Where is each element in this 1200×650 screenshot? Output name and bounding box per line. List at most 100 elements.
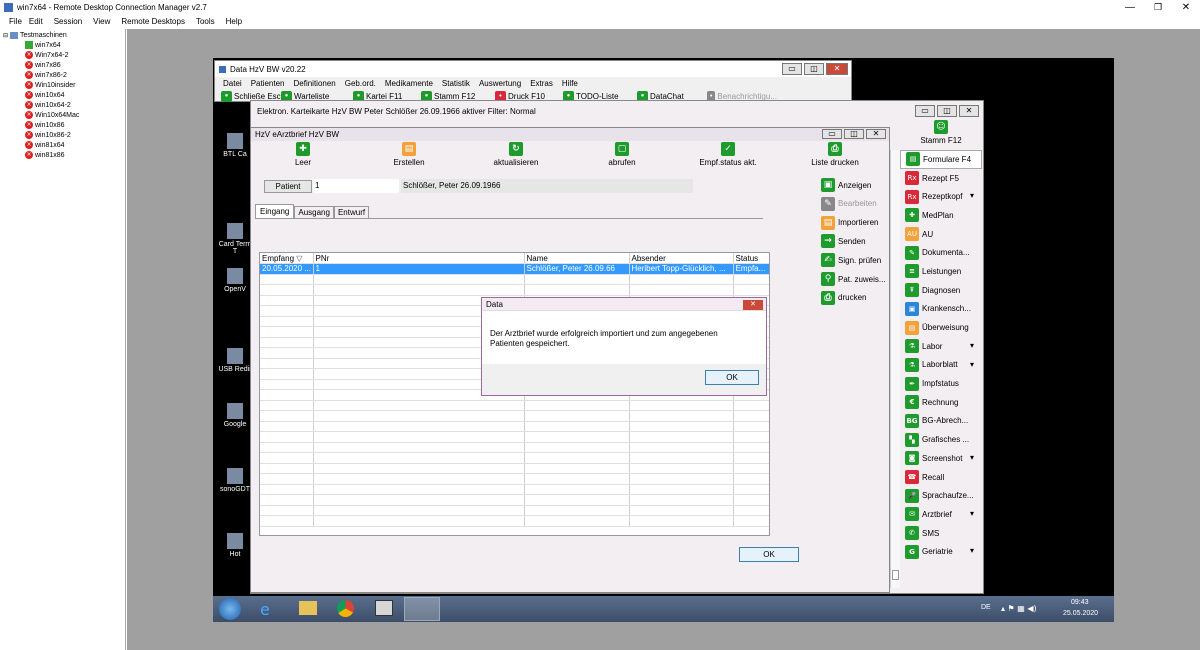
sidebar-button[interactable]: € Rechnung [900, 393, 982, 412]
desktop-shortcut[interactable]: USB Redir [215, 348, 255, 373]
kartei-minimize-button[interactable]: ▭ [915, 105, 935, 117]
tree-item[interactable]: × win10x86 [25, 120, 122, 130]
app-menu-item[interactable]: Extras [530, 79, 553, 88]
sidebar-button[interactable]: 🎤 Sprachaufze... [900, 486, 982, 505]
sidebar-button[interactable]: ☤ Diagnosen [900, 281, 982, 300]
tree-item[interactable]: × Win10x64Mac [25, 110, 122, 120]
table-row[interactable] [260, 442, 769, 453]
table-row[interactable] [260, 463, 769, 474]
app-menu-item[interactable]: Hilfe [562, 79, 578, 88]
app-menu-item[interactable]: Datei [223, 79, 242, 88]
ie-taskbar-icon[interactable]: e [260, 600, 270, 619]
arztbrief-action-button[interactable]: ▣ Anzeigen [821, 177, 871, 193]
sidebar-button[interactable]: ◙ Screenshot ▾ [900, 449, 982, 468]
dropdown-arrow-icon[interactable]: ▾ [970, 360, 974, 369]
dropdown-arrow-icon[interactable]: ▾ [970, 509, 974, 518]
sidebar-button[interactable]: ✚ MedPlan [900, 206, 982, 225]
maximize-button[interactable]: ❐ [1144, 2, 1172, 13]
table-row[interactable] [260, 473, 769, 485]
desktop-shortcut[interactable]: sonoGDT [215, 468, 255, 493]
sidebar-button[interactable]: ▤ Überweisung [900, 318, 982, 337]
col-header-empfang[interactable]: Empfang ▽ [260, 253, 314, 264]
app-menu-item[interactable]: Geb.ord. [345, 79, 376, 88]
table-row[interactable] [260, 484, 769, 495]
patient-id-input[interactable]: 1 [313, 179, 399, 193]
chrome-taskbar-icon[interactable] [337, 600, 354, 617]
teamviewer-taskbar-icon[interactable] [375, 600, 393, 616]
sidebar-button[interactable]: G Geriatrie ▾ [900, 542, 982, 561]
arztbrief-toolbar-button[interactable]: ▢ abrufen [582, 142, 662, 167]
table-row[interactable] [260, 494, 769, 506]
table-row[interactable] [260, 400, 769, 411]
app-minimize-button[interactable]: ▭ [782, 63, 802, 75]
tree-item[interactable]: × win10x86-2 [25, 130, 122, 140]
col-header-pnr[interactable]: PNr [313, 253, 525, 264]
sidebar-button[interactable]: ☎ Recall [900, 468, 982, 487]
stamm-button[interactable]: ☺ Stamm F12 [900, 120, 982, 150]
sidebar-button[interactable]: BG BG-Abrech... [900, 412, 982, 431]
dialog-ok-button[interactable]: OK [705, 370, 759, 385]
arztbrief-maximize-button[interactable]: ◫ [844, 129, 864, 139]
kartei-close-button[interactable]: ✕ [959, 105, 979, 117]
tree-item[interactable]: × win7x86-2 [25, 70, 122, 80]
menu-file[interactable]: File [9, 17, 22, 26]
app-menu-item[interactable]: Medikamente [385, 79, 433, 88]
table-row[interactable] [260, 421, 769, 432]
table-row[interactable]: 20.05.2020 ... 1 Schlößer, Peter 26.09.66 H… [260, 263, 769, 275]
arztbrief-action-button[interactable]: ⚲ Pat. zuweis... [821, 271, 886, 287]
tab-eingang[interactable]: Eingang [255, 204, 295, 219]
desktop-shortcut[interactable]: OpenV [215, 268, 255, 293]
app-menu-item[interactable]: Auswertung [479, 79, 521, 88]
app-menu-item[interactable]: Patienten [251, 79, 285, 88]
minimize-button[interactable]: — [1116, 2, 1144, 13]
patient-button[interactable]: Patient [264, 180, 312, 193]
desktop-shortcut[interactable]: Card Term T [215, 223, 255, 255]
tree-item[interactable]: × win7x86 [25, 60, 122, 70]
desktop-shortcut[interactable]: BTL Ca [215, 133, 255, 158]
data-app-taskbar-icon[interactable] [404, 597, 440, 621]
sidebar-button[interactable]: Rx Rezeptkopf ▾ [900, 187, 982, 206]
dropdown-arrow-icon[interactable]: ▾ [970, 341, 974, 350]
clock-date[interactable]: 25.05.2020 [1063, 610, 1098, 617]
sidebar-button[interactable]: AU AU [900, 225, 982, 244]
start-button[interactable] [219, 598, 241, 620]
menu-help[interactable]: Help [226, 17, 242, 26]
dialog-close-button[interactable]: ✕ [743, 300, 763, 310]
menu-remote-desktops[interactable]: Remote Desktops [121, 17, 185, 26]
arztbrief-minimize-button[interactable]: ▭ [822, 129, 842, 139]
tree-item[interactable]: × win10x64-2 [25, 100, 122, 110]
language-indicator[interactable]: DE [981, 604, 991, 611]
tree-item[interactable]: win7x64 [25, 40, 122, 50]
sidebar-button[interactable]: ✎ Dokumenta... [900, 243, 982, 262]
table-row[interactable] [260, 274, 769, 285]
app-maximize-button[interactable]: ◫ [804, 63, 824, 75]
tray-icons[interactable]: ▴ ⚑ ▦ ◀) [1001, 604, 1037, 613]
clock-time[interactable]: 09:43 [1071, 599, 1089, 606]
col-header-status[interactable]: Status [733, 253, 769, 264]
sidebar-button[interactable]: ✆ SMS [900, 524, 982, 543]
sidebar-button[interactable]: ✉ Arztbrief ▾ [900, 505, 982, 524]
arztbrief-action-button[interactable]: ✎ Bearbeiten [821, 196, 877, 212]
arztbrief-action-button[interactable]: ⎙ drucken [821, 290, 866, 306]
arztbrief-ok-button[interactable]: OK [739, 547, 799, 562]
menu-session[interactable]: Session [54, 17, 82, 26]
arztbrief-action-button[interactable]: → Senden [821, 233, 866, 249]
arztbrief-toolbar-button[interactable]: ▤ Erstellen [369, 142, 449, 167]
sidebar-button[interactable]: ⚗ Laborblatt ▾ [900, 356, 982, 375]
menu-tools[interactable]: Tools [196, 17, 215, 26]
arztbrief-action-button[interactable]: ✍ Sign. prüfen [821, 252, 881, 268]
table-row[interactable] [260, 431, 769, 443]
tree-item[interactable]: × Win10insider [25, 80, 122, 90]
desktop-shortcut[interactable]: Hot [215, 533, 255, 558]
table-row[interactable] [260, 452, 769, 464]
table-row[interactable] [260, 515, 769, 527]
arztbrief-toolbar-button[interactable]: ⎙ Liste drucken [795, 142, 875, 167]
arztbrief-close-button[interactable]: ✕ [866, 129, 886, 139]
sidebar-button[interactable]: Rx Rezept F5 [900, 169, 982, 188]
sidebar-button[interactable]: ▚ Grafisches ... [900, 430, 982, 449]
table-row[interactable] [260, 410, 769, 422]
tree-root[interactable]: ⊟ Testmaschinen [3, 30, 122, 40]
menu-edit[interactable]: Edit [29, 17, 43, 26]
arztbrief-toolbar-button[interactable]: ✚ Leer [263, 142, 343, 167]
col-header-absender[interactable]: Absender [629, 253, 734, 264]
